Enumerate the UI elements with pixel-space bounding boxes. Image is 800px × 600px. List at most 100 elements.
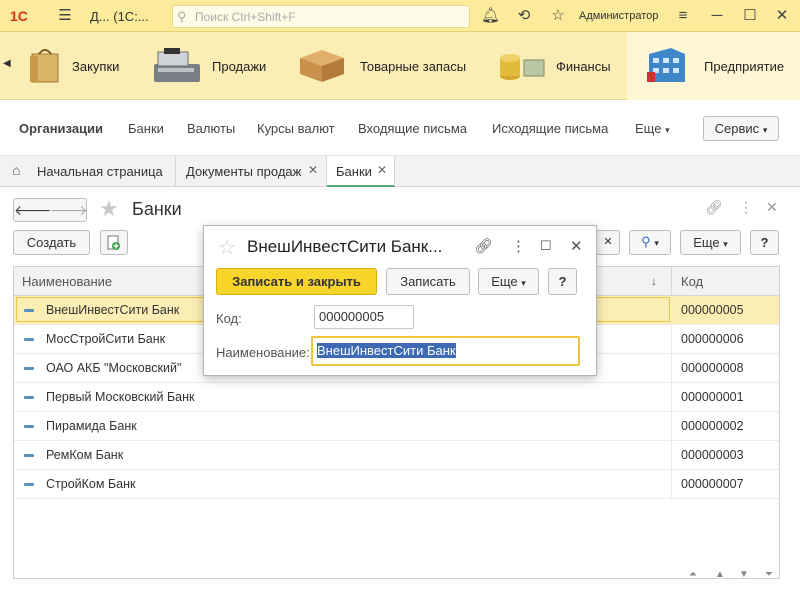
create-group-button[interactable] — [100, 230, 128, 255]
more-button[interactable]: Еще ▾ — [478, 268, 539, 295]
chevron-down-icon: ▾ — [723, 239, 728, 249]
service-button[interactable]: Сервис ▾ — [703, 116, 779, 141]
nav-organizations[interactable]: Организации — [19, 121, 103, 136]
section-finance[interactable]: Финансы — [494, 32, 626, 100]
search-input[interactable]: ⚲ Поиск Ctrl+Shift+F — [172, 5, 470, 28]
sort-arrow-icon: ↓ — [651, 274, 657, 288]
scroll-up-icon[interactable]: ▲ — [715, 569, 725, 580]
section-sales[interactable]: Продажи — [146, 32, 278, 100]
close-icon[interactable]: ✕ — [570, 237, 583, 255]
title-bar: 1С ☰ Д... (1С:... ⚲ Поиск Ctrl+Shift+F 🔔… — [0, 0, 800, 32]
minimize-icon[interactable]: ─ — [708, 7, 726, 25]
bank-name: Первый Московский Банк — [46, 390, 195, 404]
save-button[interactable]: Записать — [386, 268, 470, 295]
function-panel: Организации Банки Валюты Курсы валют Вхо… — [0, 100, 800, 156]
nav-banks[interactable]: Банки — [128, 121, 164, 136]
add-folder-icon — [107, 235, 120, 250]
more-button[interactable]: Еще ▾ — [680, 230, 741, 255]
maximize-icon[interactable]: ☐ — [540, 238, 552, 254]
bank-code: 000000007 — [681, 477, 744, 491]
search-icon: ⚲ — [177, 9, 187, 24]
tab-label: Начальная страница — [37, 164, 163, 179]
name-field-value: ВнешИнвестСити Банк — [317, 343, 456, 358]
tab-banks[interactable]: Банки ✕ — [327, 156, 395, 187]
scroll-bottom-icon[interactable]: ⏷ — [765, 569, 773, 580]
bank-code: 000000008 — [681, 361, 744, 375]
column-divider — [671, 296, 672, 325]
bank-code: 000000006 — [681, 332, 744, 346]
dialog-title: ВнешИнвестСити Банк... — [247, 237, 443, 256]
help-button[interactable]: ? — [750, 230, 779, 255]
scroll-down-icon[interactable]: ▼ — [739, 569, 749, 580]
help-button[interactable]: ? — [548, 268, 577, 295]
item-marker-icon — [24, 338, 34, 341]
scroll-top-icon[interactable]: ⏶ — [689, 569, 697, 580]
save-label: Записать — [400, 274, 456, 289]
settings-menu-icon[interactable]: ≡ — [674, 7, 692, 25]
maximize-icon[interactable]: ☐ — [741, 7, 759, 25]
app-title: Д... (1С:... — [90, 9, 149, 24]
hamburger-menu-icon[interactable]: ☰ — [56, 7, 74, 25]
tab-label: Банки — [336, 164, 372, 179]
home-icon: ⌂ — [12, 162, 21, 178]
item-marker-icon — [24, 425, 34, 428]
section-purchases[interactable]: Закупки — [18, 32, 130, 100]
section-label: Продажи — [212, 59, 267, 74]
more-vertical-icon[interactable]: ⋮ — [511, 237, 526, 255]
code-label: Код: — [216, 311, 242, 326]
tabs-bar: ⌂ Начальная страница Документы продаж ✕ … — [0, 156, 800, 187]
item-marker-icon — [24, 309, 34, 312]
close-icon[interactable]: ✕ — [773, 7, 791, 25]
nav-outgoing-letters[interactable]: Исходящие письма — [492, 121, 608, 136]
user-name[interactable]: Администратор — [579, 10, 658, 22]
search-placeholder: Поиск Ctrl+Shift+F — [195, 10, 296, 24]
tab-sales-documents[interactable]: Документы продаж ✕ — [176, 156, 327, 187]
column-header-name[interactable]: Наименование — [22, 274, 112, 289]
table-row[interactable]: Первый Московский Банк 000000001 — [14, 383, 779, 412]
chevron-down-icon: ▾ — [665, 125, 670, 135]
save-and-close-button[interactable]: Записать и закрыть — [216, 268, 377, 295]
chevron-down-icon: ▾ — [762, 125, 768, 135]
nav-incoming-letters[interactable]: Входящие письма — [358, 121, 467, 136]
create-label: Создать — [26, 235, 77, 250]
forward-arrow-icon[interactable]: 🡒 — [50, 202, 88, 219]
section-enterprise[interactable]: Предприятие — [627, 32, 800, 100]
bank-code: 000000005 — [681, 303, 744, 317]
name-field[interactable]: ВнешИнвестСити Банк — [311, 336, 580, 366]
chevron-down-icon: ▾ — [521, 278, 526, 288]
column-divider — [671, 412, 672, 441]
close-form-icon[interactable]: ✕ — [766, 199, 778, 216]
bank-edit-dialog: ☆ ВнешИнвестСити Банк... 🔗︎ ⋮ ☐ ✕ Записа… — [203, 225, 597, 376]
column-divider — [671, 441, 672, 470]
history-icon[interactable]: ⟲ — [515, 7, 533, 25]
tab-close-icon[interactable]: ✕ — [308, 163, 318, 177]
nav-more[interactable]: Еще ▾ — [635, 121, 670, 136]
tab-label: Документы продаж — [186, 164, 302, 179]
notifications-bell-icon[interactable]: 🔔︎ — [481, 7, 500, 25]
favorite-star-icon[interactable]: ★ — [99, 196, 119, 222]
column-header-code[interactable]: Код — [681, 274, 703, 289]
table-row[interactable]: РемКом Банк 000000003 — [14, 441, 779, 470]
link-icon[interactable]: 🔗︎ — [705, 199, 723, 216]
section-inventory[interactable]: Товарные запасы — [294, 32, 484, 100]
favorite-star-icon[interactable]: ☆ — [218, 235, 236, 260]
scroll-left-icon[interactable]: ◀ — [3, 58, 17, 72]
link-icon[interactable]: 🔗︎ — [474, 237, 493, 255]
nav-exchange-rates[interactable]: Курсы валют — [257, 121, 335, 136]
back-arrow-icon[interactable]: 🡐 — [14, 202, 52, 219]
table-row[interactable]: СтройКом Банк 000000007 — [14, 470, 779, 499]
bank-name: Пирамида Банк — [46, 419, 137, 433]
nav-currencies[interactable]: Валюты — [187, 121, 235, 136]
tab-close-icon[interactable]: ✕ — [377, 163, 387, 177]
clear-search-button[interactable]: ✕ — [596, 230, 620, 255]
page-title: Банки — [132, 199, 182, 219]
1c-logo-icon: 1С — [10, 8, 28, 24]
more-vertical-icon[interactable]: ⋮ — [739, 199, 753, 216]
favorites-star-icon[interactable]: ☆ — [549, 7, 567, 25]
table-row[interactable]: Пирамида Банк 000000002 — [14, 412, 779, 441]
search-button[interactable]: ⚲ ▾ — [629, 230, 671, 255]
create-button[interactable]: Создать — [13, 230, 90, 255]
bank-code: 000000001 — [681, 390, 744, 404]
tab-home[interactable]: ⌂ Начальная страница — [0, 156, 176, 187]
code-field[interactable]: 000000005 — [314, 305, 414, 329]
